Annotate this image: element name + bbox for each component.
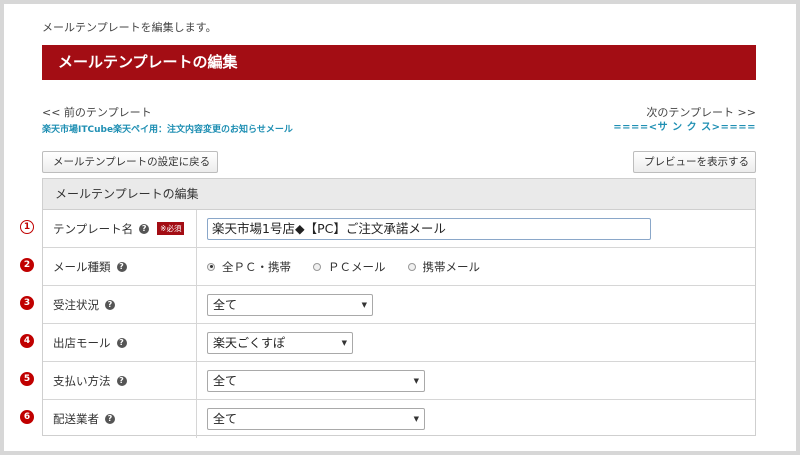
row-mail-type: メール種類 ? 全ＰＣ・携帯 ＰＣメール 携帯メール [43,248,755,286]
row-shipping-carrier: 配送業者 ? 全て ▼ [43,400,755,438]
label-text: 出店モール [53,335,111,350]
marker-2: 2 [20,258,34,272]
label-store-mall: 出店モール ? [43,324,197,361]
template-name-input[interactable]: 楽天市場1号店◆【PC】ご注文承諾メール [207,217,651,240]
payment-method-select[interactable]: 全て ▼ [207,369,425,392]
help-icon[interactable]: ? [116,261,127,272]
radio-icon[interactable] [407,262,416,271]
prev-template-name[interactable]: 楽天市場ITCube楽天ペイ用：注文内容変更のお知らせメール [42,122,293,135]
order-status-select[interactable]: 全て ▼ [207,293,373,316]
marker-3: 3 [20,296,34,310]
marker-5: 5 [20,372,34,386]
prev-template-link[interactable]: << 前のテンプレート [42,104,152,120]
dropdown-arrow-icon: ▼ [413,376,419,385]
marker-1: 1 [20,220,34,234]
help-icon[interactable]: ? [105,299,115,310]
mail-type-radio-group: 全ＰＣ・携帯 ＰＣメール 携帯メール [207,259,502,275]
radio-selected-icon[interactable] [207,262,215,271]
page-title: メールテンプレートの編集 [42,45,756,80]
radio-all-pc-mobile[interactable]: 全ＰＣ・携帯 [207,259,291,275]
row-template-name: テンプレート名 ? ※必須 楽天市場1号店◆【PC】ご注文承諾メール [43,210,755,248]
next-template-name[interactable]: ====<サ ン ク ス>==== [613,118,756,133]
preview-button[interactable]: プレビューを表示する [633,151,756,173]
label-text: メール種類 [53,259,111,274]
shipping-carrier-select[interactable]: 全て ▼ [207,408,425,430]
label-shipping-carrier: 配送業者 ? [43,400,197,438]
label-order-status: 受注状況 ? [43,286,197,323]
radio-mobile-mail[interactable]: 携帯メール [407,259,480,275]
label-text: 支払い方法 [53,373,111,388]
radio-pc-mail[interactable]: ＰＣメール [313,259,386,275]
back-to-settings-button[interactable]: メールテンプレートの設定に戻る [42,151,218,173]
label-text: テンプレート名 [53,221,134,236]
help-icon[interactable]: ? [116,337,127,348]
required-badge: ※必須 [157,222,185,235]
label-text: 配送業者 [53,412,99,426]
dropdown-arrow-icon: ▼ [413,415,419,423]
form-heading: メールテンプレートの編集 [43,179,755,210]
help-icon[interactable]: ? [105,414,115,424]
label-mail-type: メール種類 ? [43,248,197,285]
row-store-mall: 出店モール ? 楽天ごくすぽ ▼ [43,324,755,362]
store-mall-select[interactable]: 楽天ごくすぽ ▼ [207,331,353,354]
radio-icon[interactable] [313,262,321,271]
help-icon[interactable]: ? [139,223,150,234]
help-icon[interactable]: ? [116,375,127,386]
page-description: メールテンプレートを編集します。 [42,21,217,34]
label-payment-method: 支払い方法 ? [43,362,197,399]
label-text: 受注状況 [53,297,99,312]
marker-6: 6 [20,410,34,424]
row-order-status: 受注状況 ? 全て ▼ [43,286,755,324]
dropdown-arrow-icon: ▼ [341,338,347,347]
template-edit-form: メールテンプレートの編集 テンプレート名 ? ※必須 楽天市場1号店◆【PC】ご… [42,178,756,438]
dropdown-arrow-icon: ▼ [361,300,367,309]
marker-4: 4 [20,334,34,348]
label-template-name: テンプレート名 ? ※必須 [43,210,197,247]
row-payment-method: 支払い方法 ? 全て ▼ [43,362,755,400]
